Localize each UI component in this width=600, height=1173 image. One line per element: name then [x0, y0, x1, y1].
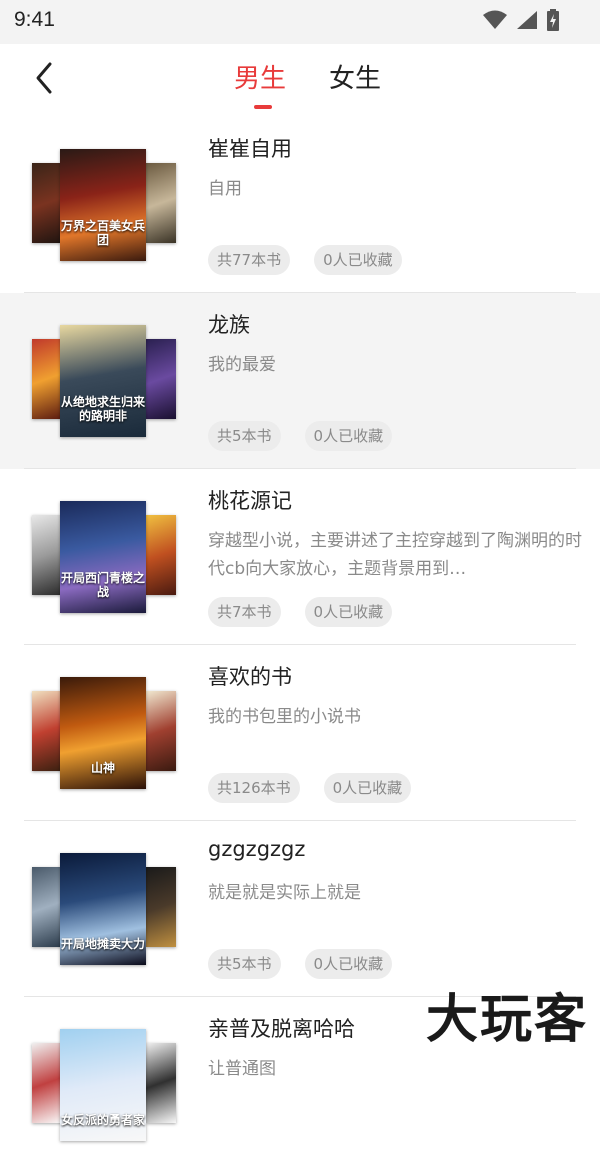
favorites-badge: 0人已收藏 — [304, 421, 393, 451]
cover-image: 开局西门青楼之战 — [60, 501, 146, 613]
favorites-badge: 0人已收藏 — [304, 949, 393, 979]
wifi-icon — [483, 10, 507, 29]
chevron-left-icon — [36, 62, 52, 94]
list-item[interactable]: 开局地摊卖大力 gzgzgzgz 就是就是实际上就是 共5本书 0人已收藏 — [0, 821, 600, 997]
list-description: 我的最爱 — [208, 355, 276, 375]
cover-image — [146, 163, 176, 243]
cover-caption: 女反派的勇者家 — [60, 1113, 145, 1127]
favorites-badge: 0人已收藏 — [314, 245, 402, 275]
cover-stack: 山神 — [32, 675, 178, 791]
back-button[interactable] — [28, 60, 64, 96]
cover-image — [146, 867, 176, 947]
list-title: 崔崔自用 — [208, 137, 292, 161]
cover-stack: 从绝地求生归来的路明非 — [32, 323, 178, 439]
list-description: 让普通图 — [208, 1059, 276, 1079]
list-title: 喜欢的书 — [208, 665, 292, 689]
cover-caption: 万界之百美女兵团 — [60, 219, 145, 247]
list-item[interactable]: 万界之百美女兵团 崔崔自用 自用 共77本书 0人已收藏 — [0, 117, 600, 293]
cover-stack: 万界之百美女兵团 — [32, 147, 178, 263]
list-stats: 共5本书 0人已收藏 — [208, 949, 393, 979]
status-bar: 9:41 — [0, 0, 600, 44]
list-title: gzgzgzgz — [208, 837, 306, 861]
battery-icon — [547, 9, 559, 31]
favorites-badge: 0人已收藏 — [323, 773, 412, 803]
list-description: 就是就是实际上就是 — [208, 883, 361, 903]
cover-image: 开局地摊卖大力 — [60, 853, 146, 965]
cover-image: 山神 — [60, 677, 146, 789]
cover-caption: 从绝地求生归来的路明非 — [60, 395, 145, 423]
cover-image — [146, 339, 176, 419]
cover-stack: 女反派的勇者家 — [32, 1027, 178, 1143]
cover-image — [32, 515, 62, 595]
list-stats: 共5本书 0人已收藏 — [208, 421, 393, 451]
book-count-badge: 共5本书 — [208, 421, 281, 451]
list-stats: 共77本书 0人已收藏 — [208, 245, 402, 275]
cover-image — [146, 515, 176, 595]
signal-icon — [517, 11, 537, 29]
cover-caption: 开局地摊卖大力 — [60, 937, 145, 951]
list-title: 亲普及脱离哈哈 — [208, 1017, 355, 1041]
cover-image: 从绝地求生归来的路明非 — [60, 325, 146, 437]
favorites-badge: 0人已收藏 — [304, 597, 393, 627]
list-description: 穿越型小说，主要讲述了主控穿越到了陶渊明的时代cb向大家放心，主题背景用到… — [208, 531, 582, 579]
cover-image: 女反派的勇者家 — [60, 1029, 146, 1141]
book-count-badge: 共7本书 — [208, 597, 281, 627]
cover-stack: 开局地摊卖大力 — [32, 851, 178, 967]
tab-male[interactable]: 男生 — [234, 58, 286, 95]
list-description: 我的书包里的小说书 — [208, 707, 361, 727]
tab-active-indicator — [254, 105, 272, 109]
cover-caption: 开局西门青楼之战 — [60, 571, 145, 599]
cover-image — [146, 1043, 176, 1123]
book-count-badge: 共126本书 — [208, 773, 300, 803]
cover-image — [146, 691, 176, 771]
cover-image — [32, 163, 62, 243]
watermark-logo: 大玩客 — [425, 990, 588, 1050]
cover-caption: 山神 — [90, 761, 115, 775]
list-item[interactable]: 从绝地求生归来的路明非 龙族 我的最爱 共5本书 0人已收藏 — [0, 293, 600, 469]
list-title: 桃花源记 — [208, 489, 292, 513]
list-title: 龙族 — [208, 313, 250, 337]
book-count-badge: 共5本书 — [208, 949, 281, 979]
list-item[interactable]: 山神 喜欢的书 我的书包里的小说书 共126本书 0人已收藏 — [0, 645, 600, 821]
list-description: 自用 — [208, 179, 242, 199]
cover-image — [32, 1043, 62, 1123]
cover-image — [32, 691, 62, 771]
header: 男生 女生 — [0, 44, 600, 118]
book-count-badge: 共77本书 — [208, 245, 291, 275]
status-icons — [482, 8, 560, 32]
cover-image — [32, 867, 62, 947]
cover-image — [32, 339, 62, 419]
list-item[interactable]: 开局西门青楼之战 桃花源记 穿越型小说，主要讲述了主控穿越到了陶渊明的时代cb向… — [0, 469, 600, 645]
list-stats: 共126本书 0人已收藏 — [208, 773, 412, 803]
list-stats: 共7本书 0人已收藏 — [208, 597, 393, 627]
cover-image: 万界之百美女兵团 — [60, 149, 146, 261]
status-time: 9:41 — [14, 8, 55, 31]
tab-female[interactable]: 女生 — [329, 58, 381, 95]
cover-stack: 开局西门青楼之战 — [32, 499, 178, 615]
